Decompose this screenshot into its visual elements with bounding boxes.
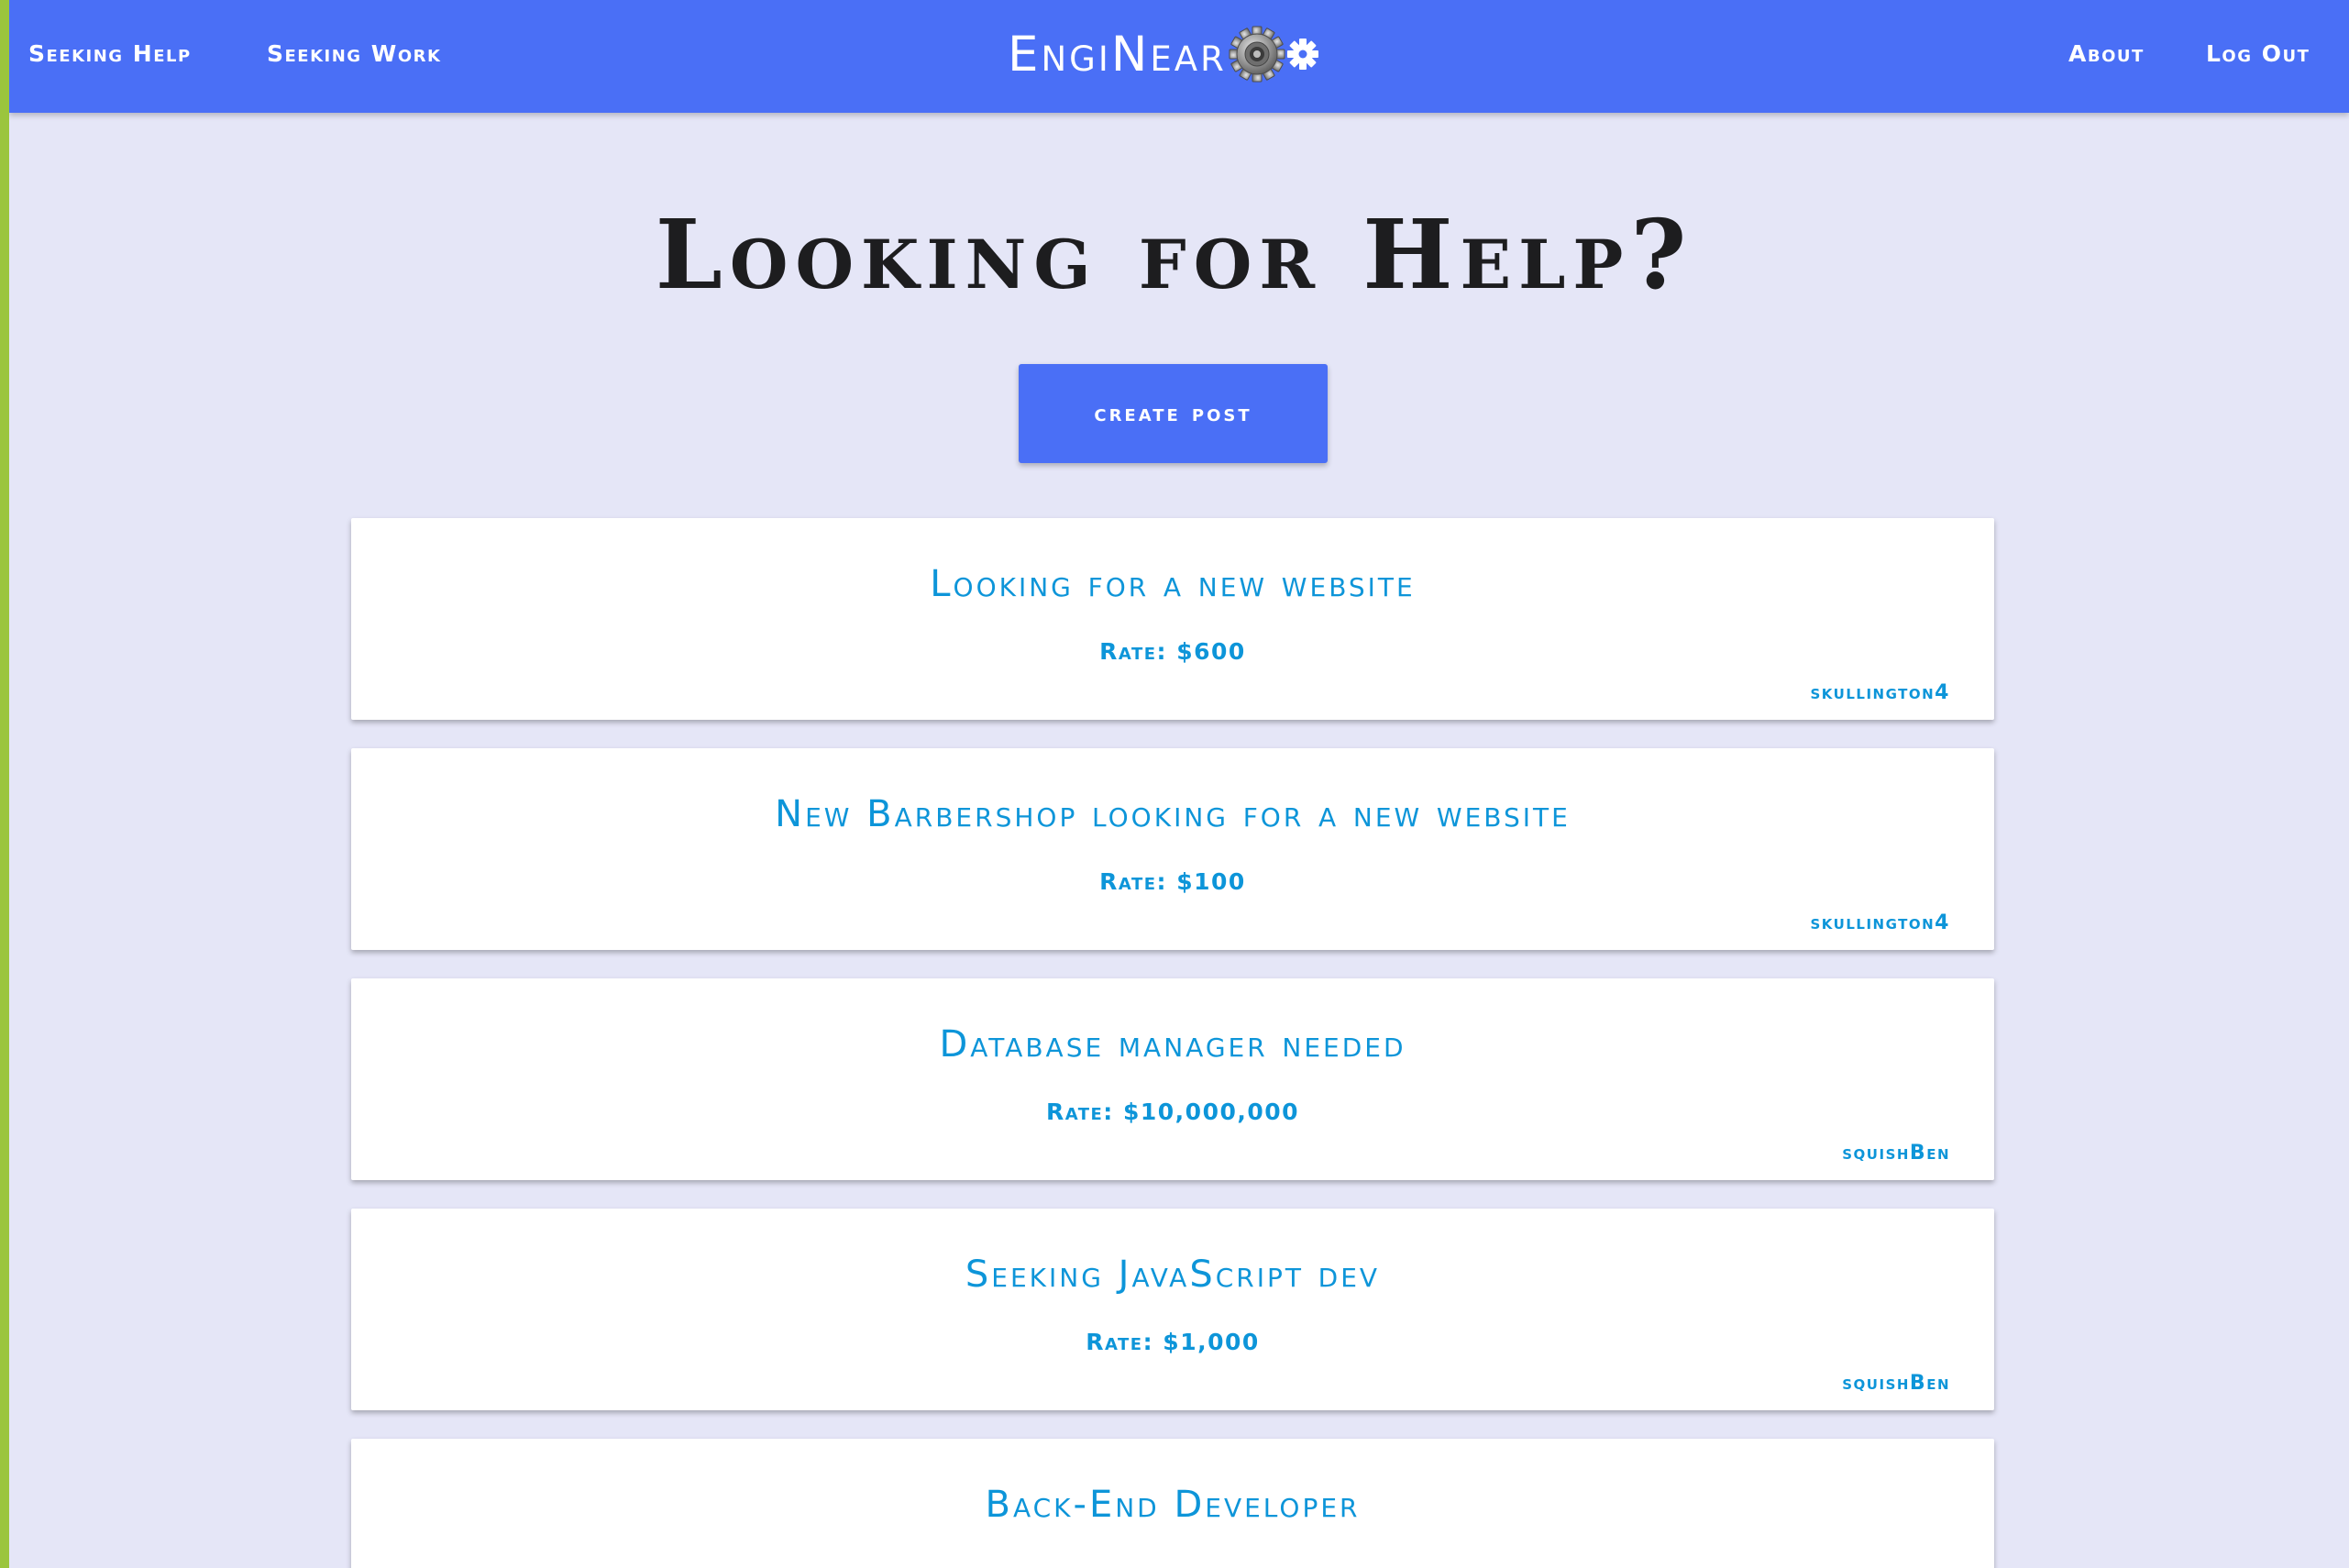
cog-icon [1286, 39, 1318, 70]
post-author[interactable]: squishBen [1842, 1374, 1950, 1394]
post-title[interactable]: Database manager needed [351, 1026, 1994, 1063]
post-title[interactable]: Seeking JavaScript dev [351, 1256, 1994, 1293]
nav-link-log-out[interactable]: Log Out [2206, 0, 2310, 108]
post-card[interactable]: New Barbershop looking for a new website… [351, 748, 1994, 950]
post-rate: Rate: $100 [1099, 868, 1246, 895]
brand-name: EngiNear [1008, 26, 1227, 83]
post-title[interactable]: New Barbershop looking for a new website [351, 796, 1994, 833]
post-author[interactable]: squishBen [1842, 1143, 1950, 1164]
post-card[interactable]: Back-End Developer [351, 1439, 1994, 1568]
nav-link-seeking-work[interactable]: Seeking Work [267, 0, 441, 108]
post-card[interactable]: Seeking JavaScript dev Rate: $1,000 squi… [351, 1209, 1994, 1410]
post-author[interactable]: skullington4 [1811, 683, 1951, 703]
top-navbar: Seeking Help Seeking Work EngiNear About… [9, 0, 2349, 113]
post-card[interactable]: Looking for a new website Rate: $600 sku… [351, 518, 1994, 720]
page-title: Looking for Help? [655, 198, 1694, 311]
brand-gears [1229, 26, 1320, 83]
nav-link-about[interactable]: About [2068, 0, 2145, 108]
post-rate: Rate: $10,000,000 [1045, 1099, 1300, 1125]
gear-icon [1229, 26, 1285, 83]
post-rate: Rate: $1,000 [1086, 1329, 1260, 1355]
nav-link-seeking-help[interactable]: Seeking Help [28, 0, 192, 108]
brand-logo[interactable]: EngiNear [1008, 0, 1320, 108]
post-author[interactable]: skullington4 [1811, 913, 1951, 933]
page: Seeking Help Seeking Work EngiNear About… [0, 0, 2349, 1568]
post-rate: Rate: $600 [1099, 638, 1246, 665]
post-title[interactable]: Looking for a new website [351, 566, 1994, 602]
post-title[interactable]: Back-End Developer [351, 1486, 1994, 1523]
left-accent-stripe [0, 0, 9, 1568]
create-post-button[interactable]: create post [1019, 364, 1328, 463]
post-card[interactable]: Database manager needed Rate: $10,000,00… [351, 978, 1994, 1180]
